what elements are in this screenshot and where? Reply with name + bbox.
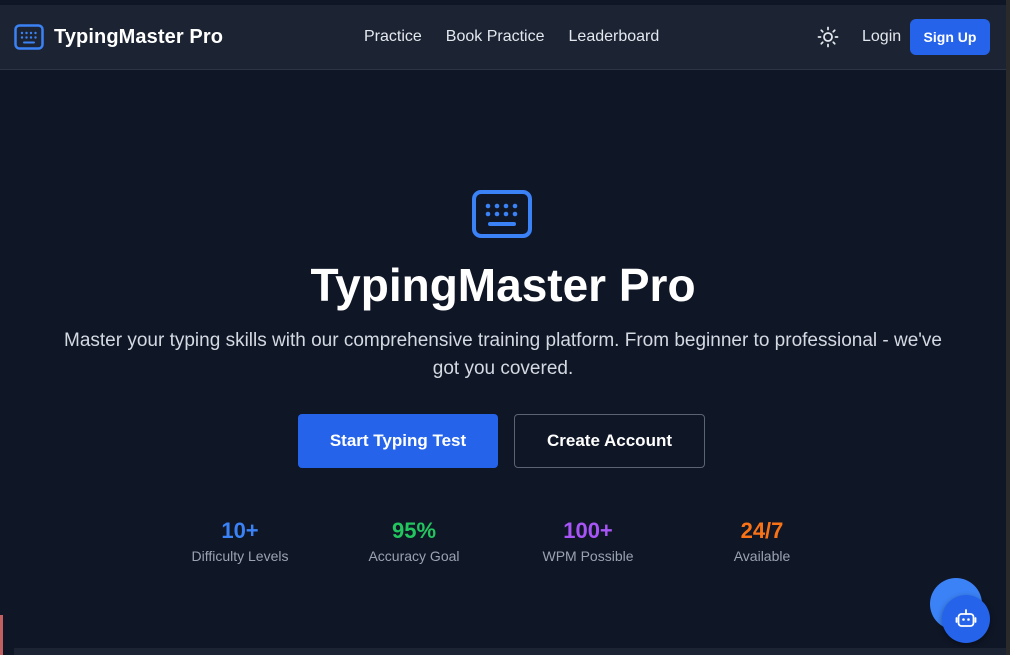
brand-logo[interactable]: TypingMaster Pro: [14, 5, 223, 69]
start-typing-test-button[interactable]: Start Typing Test: [298, 414, 498, 468]
sun-icon[interactable]: [817, 26, 839, 48]
signup-button[interactable]: Sign Up: [910, 19, 990, 55]
stat-difficulty-levels: 10+ Difficulty Levels: [165, 517, 315, 564]
brand-name: TypingMaster Pro: [54, 25, 224, 48]
stat-label: Available: [733, 548, 791, 564]
nav-link-practice[interactable]: Practice: [364, 28, 422, 46]
nav-links: Practice Book Practice Leaderboard: [364, 5, 683, 69]
keyboard-icon: [472, 190, 532, 238]
stat-label: WPM Possible: [542, 548, 634, 564]
robot-icon: [955, 609, 977, 627]
stat-available: 24/7 Available: [687, 517, 837, 564]
chat-assistant-button[interactable]: [942, 595, 990, 643]
next-section-edge: [14, 648, 1006, 655]
hero-title: TypingMaster Pro: [310, 259, 696, 311]
navbar: TypingMaster Pro Practice Book Practice …: [0, 5, 1006, 70]
stat-label: Difficulty Levels: [191, 548, 289, 564]
stat-value: 100+: [563, 518, 613, 543]
stat-accuracy-goal: 95% Accuracy Goal: [339, 517, 489, 564]
login-link[interactable]: Login: [862, 5, 901, 69]
hero-subtitle: Master your typing skills with our compr…: [64, 330, 942, 379]
stat-wpm-possible: 100+ WPM Possible: [513, 517, 663, 564]
stat-value: 24/7: [740, 518, 784, 543]
stat-value: 95%: [391, 518, 437, 543]
stat-label: Accuracy Goal: [368, 548, 460, 564]
nav-link-book-practice[interactable]: Book Practice: [446, 28, 545, 46]
window-edge-accent: [0, 615, 3, 655]
stat-value: 10+: [221, 518, 259, 543]
keyboard-icon: [14, 24, 44, 50]
nav-link-leaderboard[interactable]: Leaderboard: [569, 28, 660, 46]
create-account-button[interactable]: Create Account: [514, 414, 705, 468]
window-edge: [1006, 0, 1010, 655]
